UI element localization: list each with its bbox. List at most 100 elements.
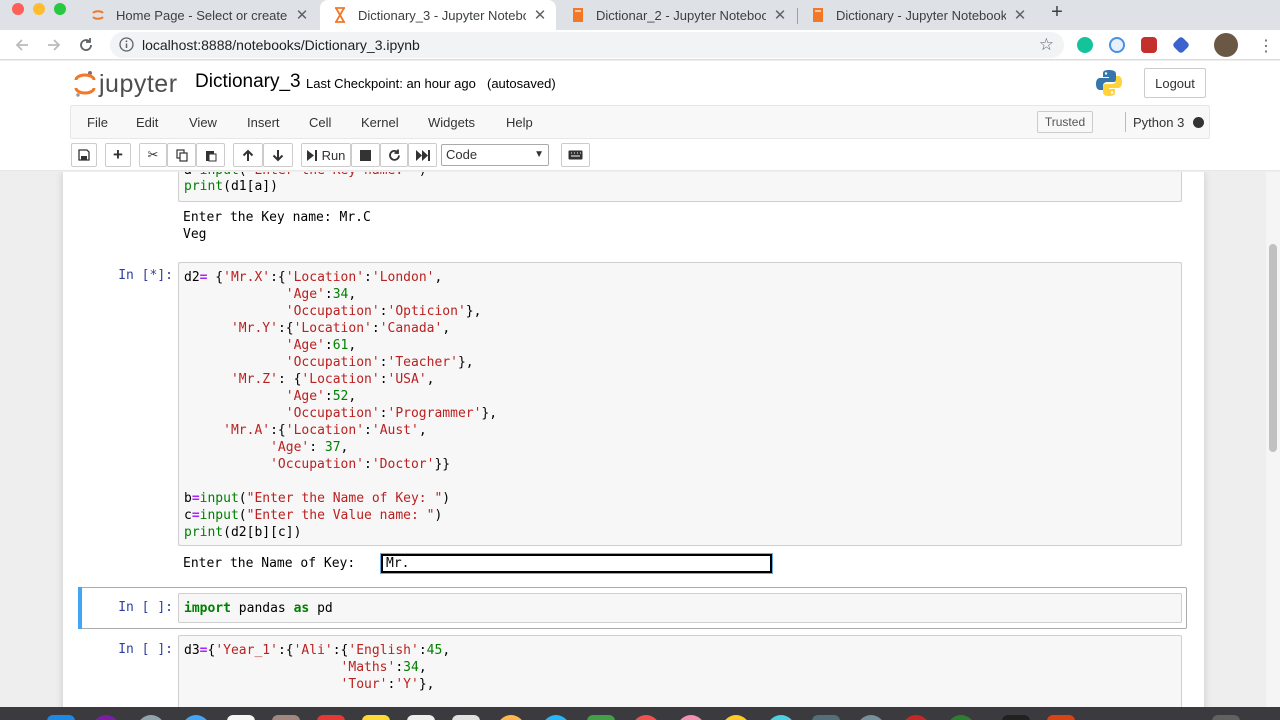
app-icon[interactable] [947,715,975,720]
app-icon[interactable] [812,715,840,720]
scrollbar[interactable] [1266,172,1280,707]
video-extension-icon[interactable] [1141,37,1157,53]
copy-button[interactable] [167,143,196,167]
run-button[interactable]: Run [301,143,351,167]
app-icon[interactable] [452,715,480,720]
calendar-icon[interactable] [227,715,255,720]
menu-widgets[interactable]: Widgets [428,115,475,130]
app-icon[interactable] [92,715,120,720]
fast-forward-icon [415,149,430,161]
finder-icon[interactable] [47,715,75,720]
code-line: 'Occupation':'Teacher'}, [285,355,474,370]
cell-type-select[interactable]: Code ▼ [441,144,549,166]
close-icon[interactable]: ✕ [1012,6,1028,24]
move-up-button[interactable] [233,143,263,167]
info-icon[interactable] [119,37,134,57]
more-menu-icon[interactable]: ⋮ [1258,36,1274,56]
stop-icon [360,149,371,161]
app-icon[interactable] [137,715,165,720]
forward-button[interactable] [42,33,66,57]
app-icon[interactable] [1002,715,1030,720]
scrollbar-thumb[interactable] [1269,244,1277,452]
arrow-left-icon [15,39,28,51]
app-icon[interactable] [902,715,930,720]
window-close-button[interactable] [12,3,24,15]
notes-icon[interactable] [362,715,390,720]
browser-tab-dictionar-2[interactable]: Dictionar_2 - Jupyter Notebook ✕ [558,0,796,30]
jupyter-logo-icon [74,71,96,97]
logout-button[interactable]: Logout [1144,68,1206,98]
app-icon[interactable] [632,715,660,720]
avatar[interactable] [1214,33,1238,57]
window-zoom-button[interactable] [54,3,66,15]
app-icon[interactable] [677,715,705,720]
jupyter-icon [90,7,106,23]
code-line: 'Age':52, [285,389,357,404]
browser-tab-dictionary-3[interactable]: Dictionary_3 - Jupyter Notebook ✕ [320,0,556,30]
menu-edit[interactable]: Edit [136,115,158,130]
window-minimize-button[interactable] [33,3,45,15]
back-button[interactable] [10,33,34,57]
app-icon[interactable] [182,715,210,720]
app-icon[interactable] [317,715,345,720]
app-icon[interactable] [767,715,795,720]
code-line: d2= {'Mr.X':{'Location':'London', [184,270,443,285]
app-icon[interactable] [857,715,885,720]
divider [1125,112,1126,132]
code-cell-input[interactable]: a=input("Enter the Key name: ") print(d1… [178,172,1182,202]
app-icon[interactable] [407,715,435,720]
code-cell-input[interactable]: d3={'Year_1':{'Ali':{'English':45, 'Math… [178,635,1182,707]
close-icon[interactable]: ✕ [532,6,548,24]
bookmark-star-icon[interactable]: ☆ [1039,35,1054,55]
interrupt-button[interactable] [351,143,380,167]
app-icon[interactable] [272,715,300,720]
restart-run-all-button[interactable] [408,143,437,167]
cut-button[interactable]: ✂ [139,143,167,167]
code-line: 'Mr.A':{'Location':'Aust', [223,423,427,438]
messages-icon[interactable] [587,715,615,720]
browser-tab-dictionary[interactable]: Dictionary - Jupyter Notebook ✕ [798,0,1036,30]
trusted-badge[interactable]: Trusted [1037,111,1093,133]
move-down-button[interactable] [263,143,293,167]
code-cell-input[interactable]: import pandas as pd [178,593,1182,623]
menu-file[interactable]: File [87,115,108,130]
output-line: Veg [183,227,207,242]
app-icon[interactable] [1047,715,1075,720]
hourglass-icon [332,7,348,23]
tab-title: Dictionary_3 - Jupyter Notebook [358,7,526,23]
grammarly-extension-icon[interactable] [1077,37,1093,53]
insert-cell-button[interactable]: + [105,143,131,167]
bookmark-extension-icon[interactable] [1171,35,1191,55]
kernel-busy-indicator-icon [1193,117,1204,128]
code-line: 'Maths':34, [340,660,427,675]
close-icon[interactable]: ✕ [294,6,310,24]
cell-prompt: In [*]: [118,268,173,283]
cloud-extension-icon[interactable] [1109,37,1125,53]
new-tab-button[interactable]: + [1046,2,1068,24]
jupyter-logo[interactable]: jupyter [74,68,178,100]
close-icon[interactable]: ✕ [772,6,788,24]
stdin-input[interactable]: Mr. [380,553,773,574]
menu-help[interactable]: Help [506,115,533,130]
notebook-name[interactable]: Dictionary_3 [195,71,301,93]
paste-button[interactable] [196,143,225,167]
code-cell-input[interactable]: d2= {'Mr.X':{'Location':'London', 'Age':… [178,262,1182,546]
trash-icon[interactable] [1212,715,1240,720]
menu-cell[interactable]: Cell [309,115,331,130]
menu-view[interactable]: View [189,115,217,130]
app-icon[interactable] [722,715,750,720]
code-line: d3={'Year_1':{'Ali':{'English':45, [184,643,451,658]
url-text: localhost:8888/notebooks/Dictionary_3.ip… [142,37,420,53]
reload-button[interactable] [74,33,98,57]
save-button[interactable] [71,143,97,167]
step-forward-icon [306,149,317,161]
app-icon[interactable] [542,715,570,720]
app-icon[interactable] [497,715,525,720]
restart-button[interactable] [380,143,408,167]
menu-kernel[interactable]: Kernel [361,115,399,130]
keyboard-icon [568,150,583,160]
url-input[interactable]: localhost:8888/notebooks/Dictionary_3.ip… [110,32,1064,58]
command-palette-button[interactable] [561,143,590,167]
menu-insert[interactable]: Insert [247,115,280,130]
browser-tab-home[interactable]: Home Page - Select or create a notebook … [78,0,318,30]
